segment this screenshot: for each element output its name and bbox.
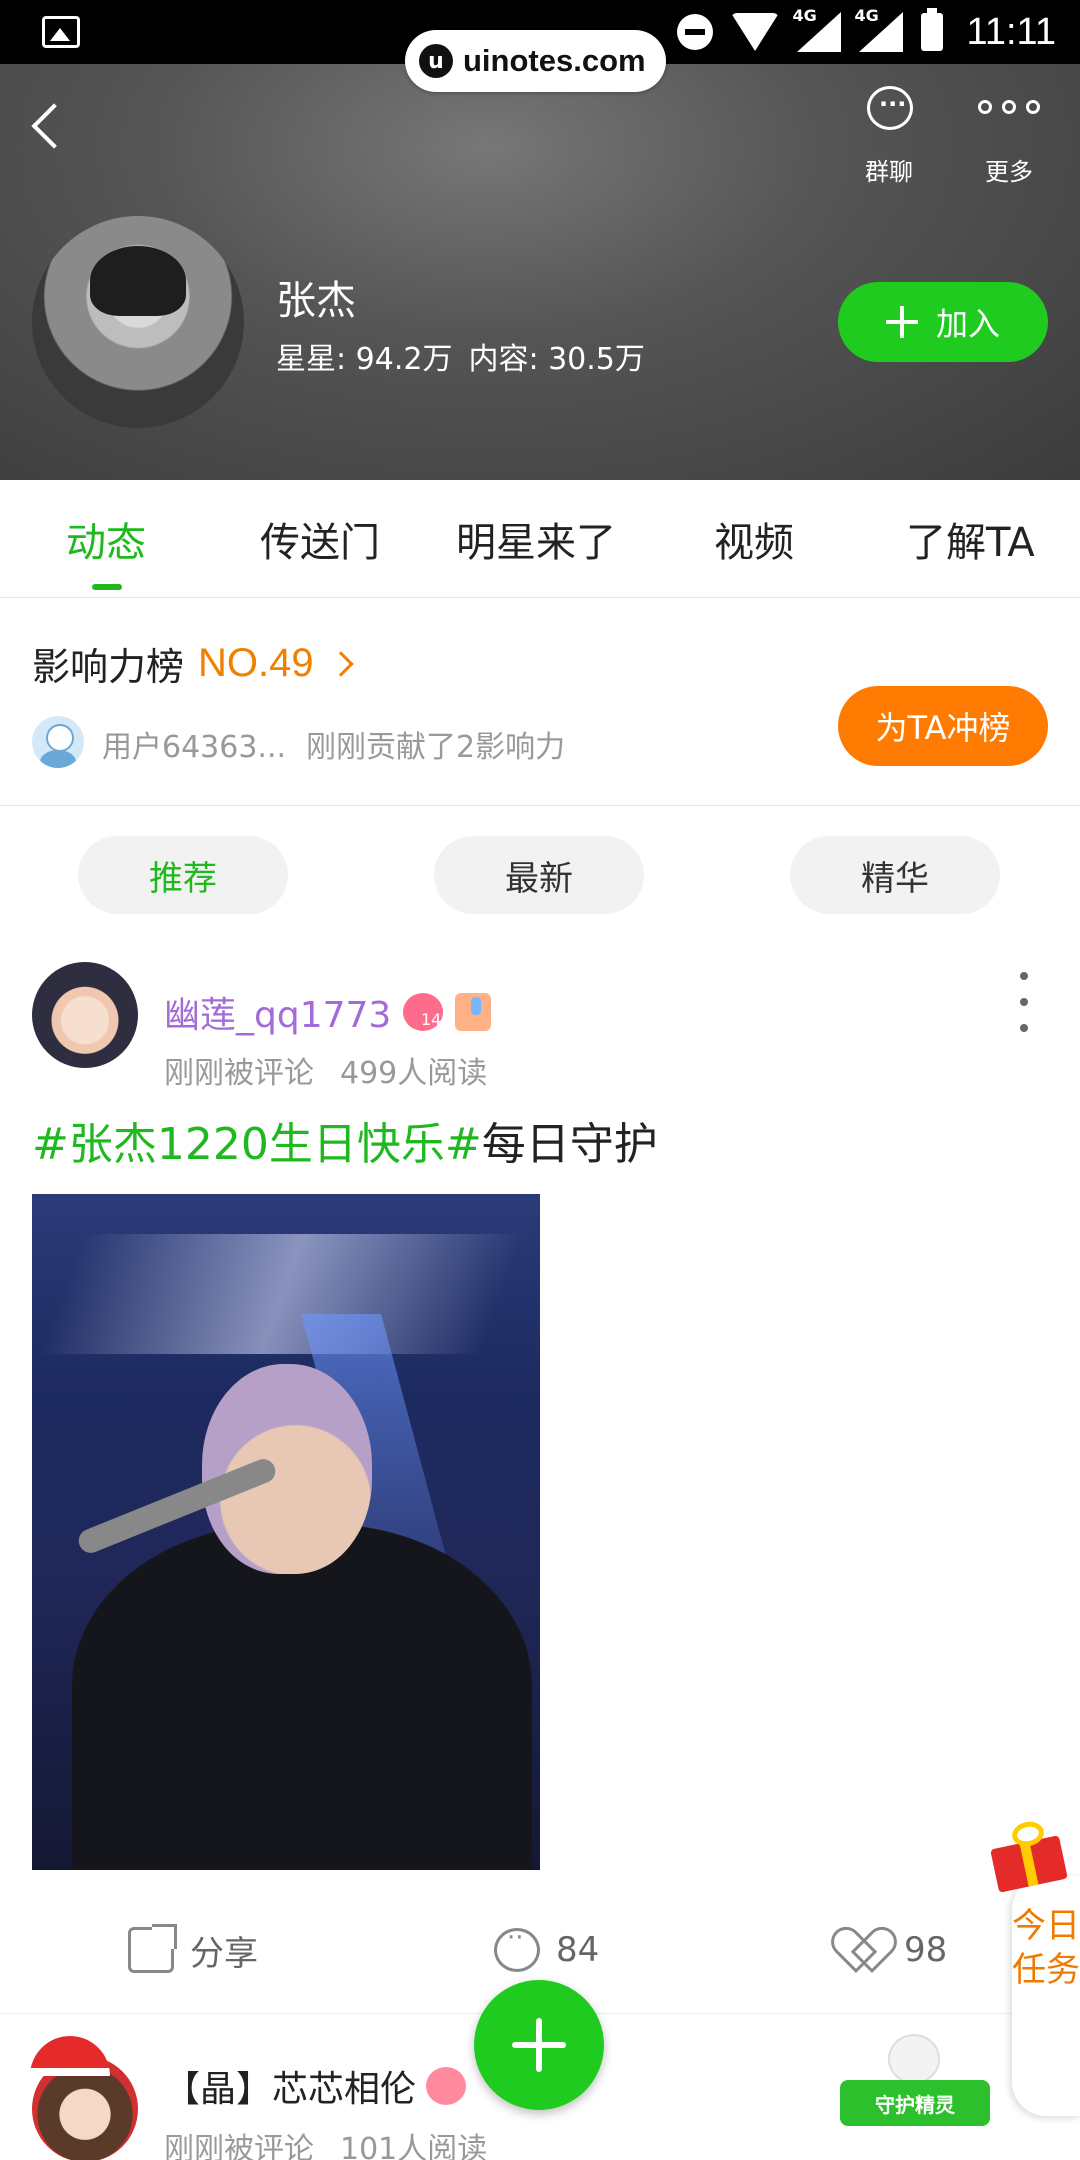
influence-rank: NO.49 <box>198 641 314 685</box>
post2-author-row: 【晶】芯芯相伦 <box>164 2060 467 2112</box>
more-label: 更多 <box>985 158 1033 186</box>
post-time: 刚刚被评论 <box>164 1056 314 1091</box>
do-not-disturb-icon <box>676 14 713 50</box>
post-meta: 刚刚被评论 499人阅读 <box>164 1048 487 1092</box>
star-name: 张杰 <box>276 278 356 324</box>
boost-rank-button[interactable]: 为TA冲榜 <box>838 686 1048 766</box>
post-body-text: 每日守护 <box>481 1119 658 1170</box>
post-reads: 499人阅读 <box>340 1056 488 1091</box>
comment-button[interactable]: 84 <box>494 1920 599 1980</box>
influence-title: 影响力榜 <box>32 645 185 689</box>
tab-feed[interactable]: 动态 <box>66 510 146 568</box>
watermark-logo-icon: u <box>419 44 453 78</box>
tab-star-here[interactable]: 明星来了 <box>456 510 616 568</box>
filter-recommended[interactable]: 推荐 <box>78 836 288 914</box>
content-count: 内容: 30.5万 <box>468 342 645 377</box>
star-header: 群聊 更多 张杰 星星: 94.2万 内容: 30.5万 加入 <box>0 64 1080 480</box>
post-author-name[interactable]: 幽莲_qq1773 <box>164 986 391 1038</box>
filter-latest[interactable]: 最新 <box>434 836 644 914</box>
status-time: 11:11 <box>966 10 1056 53</box>
daily-task-tab[interactable]: 今日任务 <box>1012 1876 1080 2116</box>
star-avatar[interactable] <box>32 216 244 428</box>
share-icon <box>128 1924 177 1973</box>
back-arrow-icon[interactable] <box>28 96 68 156</box>
more-dots-icon <box>978 100 1040 116</box>
image-notification-icon <box>42 16 80 48</box>
guardian-label: 守护精灵 <box>840 2080 990 2126</box>
more-button[interactable]: 更多 <box>964 82 1054 186</box>
contributor-avatar <box>32 716 84 768</box>
post2-reads: 101人阅读 <box>340 2132 488 2160</box>
wifi-icon <box>730 13 779 51</box>
join-button[interactable]: 加入 <box>838 282 1048 362</box>
guardian-sprite-icon <box>888 2034 940 2084</box>
influence-log: 用户64363... 刚刚贡献了2影响力 <box>102 722 565 766</box>
share-button[interactable]: 分享 <box>128 1920 258 1980</box>
share-label: 分享 <box>190 1933 258 1974</box>
stars-count: 星星: 94.2万 <box>276 342 453 377</box>
birthday-frame-icon <box>28 956 140 986</box>
comment-icon <box>494 1923 540 1972</box>
plus-icon <box>885 306 918 338</box>
tab-about[interactable]: 了解TA <box>906 510 1035 568</box>
post2-time: 刚刚被评论 <box>164 2132 314 2160</box>
guardian-sprite-badge[interactable]: 守护精灵 <box>840 2034 990 2134</box>
thumbs-up-badge-icon <box>455 993 492 1031</box>
post-more-icon[interactable] <box>1014 972 1034 1032</box>
post-photo[interactable] <box>32 1194 540 1870</box>
santa-hat-icon <box>30 2036 110 2076</box>
post-hashtag[interactable]: #张杰1220生日快乐# <box>32 1119 482 1170</box>
feed-post: 幽莲_qq1773 14 刚刚被评论 499人阅读 #张杰1220生日快乐#每日… <box>0 936 1080 2014</box>
star-stats: 星星: 94.2万 内容: 30.5万 <box>276 334 645 378</box>
influence-title-row[interactable]: 影响力榜 NO.49 <box>32 636 354 691</box>
like-count: 98 <box>904 1930 948 1970</box>
level-badge-2 <box>426 2067 467 2105</box>
create-post-button[interactable] <box>474 1980 604 2110</box>
comment-count: 84 <box>556 1930 600 1970</box>
contributor-name: 用户64363... <box>102 730 287 765</box>
status-icons: 4G 4G 11:11 <box>676 6 1056 58</box>
signal-icon-2: 4G <box>855 6 903 52</box>
tab-video[interactable]: 视频 <box>714 510 794 568</box>
network-type-label-2: 4G <box>854 6 879 25</box>
post-author-row: 幽莲_qq1773 14 <box>164 986 492 1038</box>
gift-icon <box>990 1818 1068 1893</box>
daily-task-label: 今日任务 <box>1012 1906 1080 1990</box>
filter-row: 推荐 最新 精华 <box>0 806 1080 936</box>
tab-bar: 动态 传送门 明星来了 视频 了解TA <box>0 480 1080 598</box>
watermark: u uinotes.com <box>405 30 666 92</box>
chat-bubble-icon <box>867 86 913 130</box>
chevron-right-icon <box>327 650 354 677</box>
influence-ranking: 影响力榜 NO.49 用户64363... 刚刚贡献了2影响力 为TA冲榜 <box>0 598 1080 806</box>
watermark-text: uinotes.com <box>463 43 646 78</box>
battery-icon <box>920 8 943 51</box>
level-badge: 14 <box>403 993 444 1031</box>
tab-portal[interactable]: 传送门 <box>260 510 380 568</box>
heart-icon <box>842 1929 888 1971</box>
like-button[interactable]: 98 <box>842 1920 947 1980</box>
contribution-text: 刚刚贡献了2影响力 <box>306 730 566 765</box>
group-chat-label: 群聊 <box>865 158 913 186</box>
post2-author-name[interactable]: 【晶】芯芯相伦 <box>164 2060 416 2112</box>
network-type-label: 4G <box>792 6 817 25</box>
tab-active-indicator <box>92 584 122 590</box>
post-content[interactable]: #张杰1220生日快乐#每日守护 <box>32 1108 658 1172</box>
join-label: 加入 <box>935 305 1000 343</box>
signal-icon: 4G <box>793 6 841 52</box>
filter-featured[interactable]: 精华 <box>790 836 1000 914</box>
group-chat-button[interactable]: 群聊 <box>844 82 934 186</box>
post2-meta: 刚刚被评论 101人阅读 <box>164 2124 487 2160</box>
